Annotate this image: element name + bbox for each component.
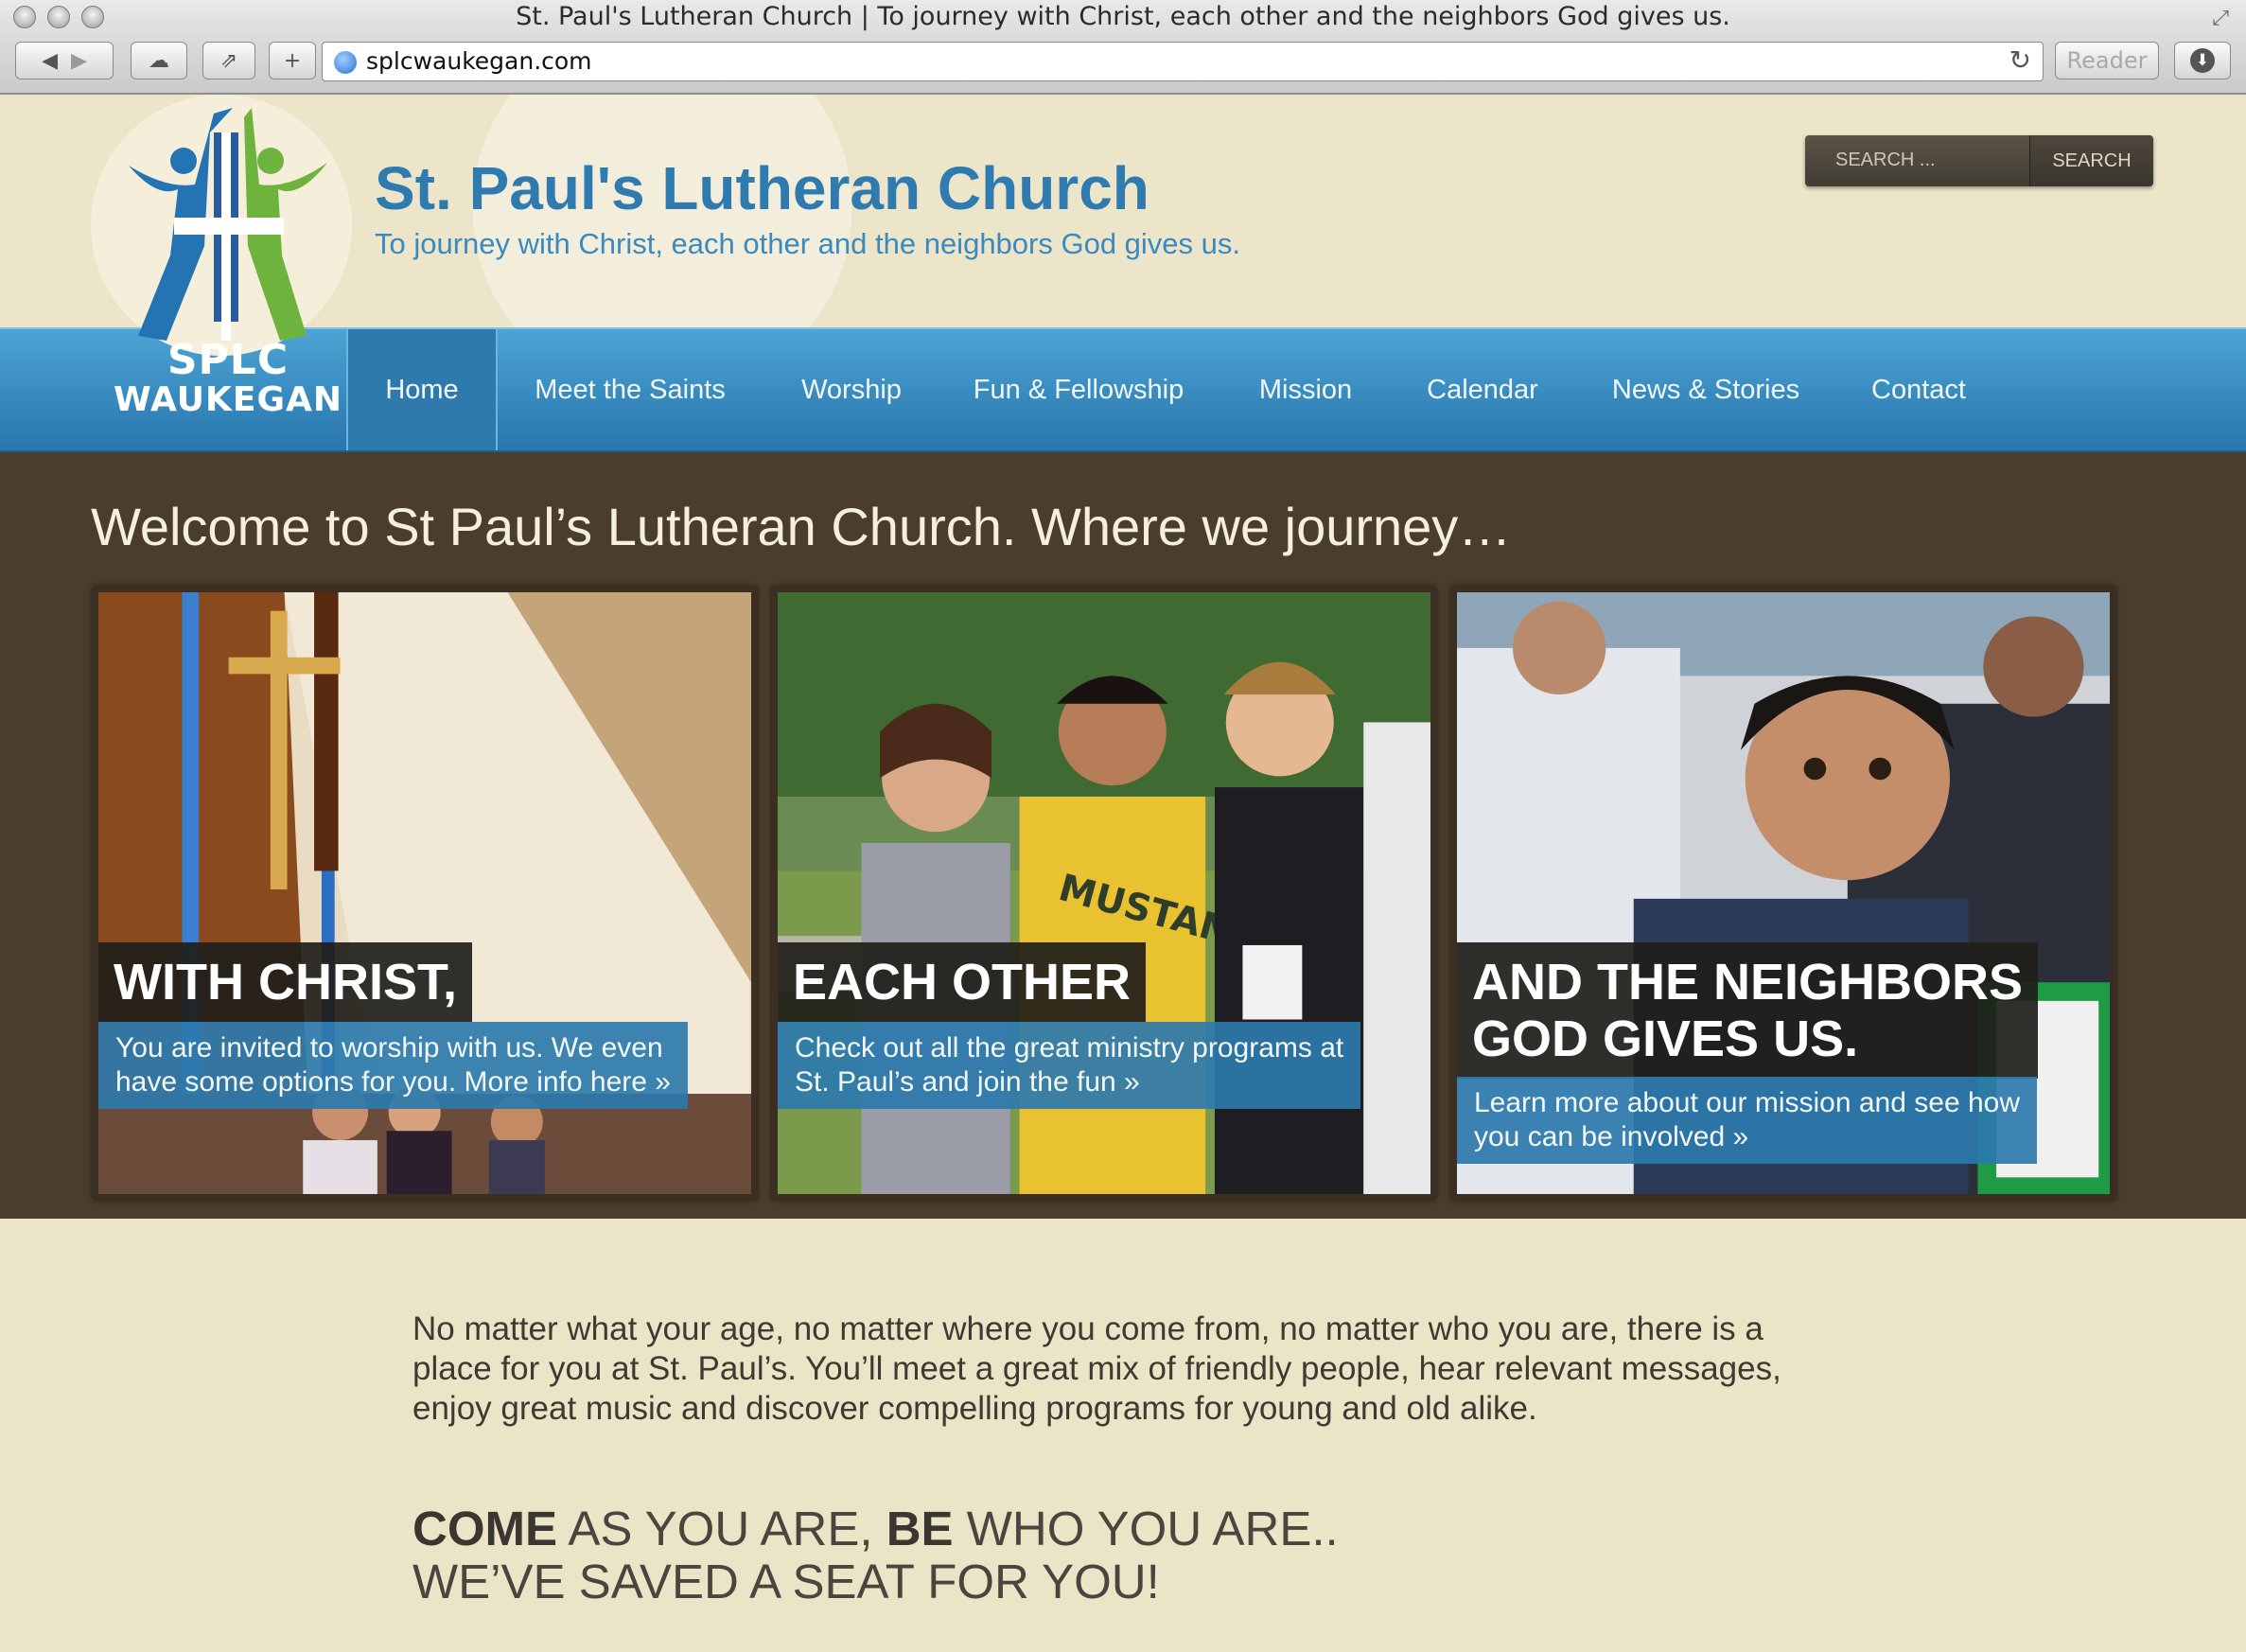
tile-each-other[interactable]: MUSTAN EACH OTHER Check out all the grea… <box>772 587 1436 1200</box>
tile-heading: WITH CHRIST, <box>98 942 472 1022</box>
slogan: COME AS YOU ARE, BE WHO YOU ARE.. WE’VE … <box>412 1503 1339 1608</box>
back-forward-buttons[interactable]: ◀ ▶ <box>15 42 114 79</box>
tile-heading: AND THE NEIGHBORS GOD GIVES US. <box>1457 942 2039 1079</box>
tile-text-line: Learn more about our mission and see how <box>1474 1087 2021 1118</box>
intro-line: enjoy great music and discover compellin… <box>412 1390 1537 1427</box>
tile-heading-line: AND THE NEIGHBORS <box>1472 954 2024 1011</box>
intro-line: No matter what your age, no matter where… <box>412 1310 1763 1347</box>
slogan-word: WHO YOU ARE.. <box>953 1502 1339 1555</box>
share-button[interactable]: ⇗ <box>202 42 255 79</box>
download-arrow-icon: ⬇ <box>2190 48 2215 73</box>
slogan-line-2: WE’VE SAVED A SEAT FOR YOU! <box>412 1555 1160 1608</box>
tile-text-line: St. Paul’s and join the fun » <box>795 1066 1140 1098</box>
web-page: St. Paul's Lutheran Church To journey wi… <box>0 95 2246 1652</box>
downloads-button[interactable]: ⬇ <box>2174 42 2231 79</box>
reader-button[interactable]: Reader <box>2055 42 2159 79</box>
nav-item-meet-the-saints[interactable]: Meet the Saints <box>511 329 749 450</box>
tile-text-line: have some options for you. More info her… <box>115 1066 671 1098</box>
share-icon: ⇗ <box>219 48 238 73</box>
nav-item-mission[interactable]: Mission <box>1230 329 1381 450</box>
search-button[interactable]: SEARCH <box>2030 135 2153 186</box>
nav-item-worship[interactable]: Worship <box>776 329 927 450</box>
icloud-tabs-button[interactable]: ☁ <box>131 42 187 79</box>
plus-icon: + <box>283 48 302 73</box>
window-title: St. Paul's Lutheran Church | To journey … <box>516 2 1730 31</box>
tile-link-programs[interactable]: Check out all the great ministry program… <box>778 1022 1361 1109</box>
hero-section: Welcome to St Paul’s Lutheran Church. Wh… <box>0 452 2246 1219</box>
forward-arrow-icon[interactable]: ▶ <box>71 49 87 73</box>
address-bar[interactable]: splcwaukegan.com ↻ <box>322 42 2044 81</box>
logo-line-waukegan: WAUKEGAN <box>113 380 343 419</box>
slogan-word: COME <box>412 1502 557 1555</box>
globe-icon <box>334 51 357 74</box>
back-arrow-icon[interactable]: ◀ <box>42 49 58 73</box>
logo-line-splc: SPLC <box>167 336 290 384</box>
site-tagline: To journey with Christ, each other and t… <box>375 227 1241 260</box>
cloud-icon: ☁ <box>149 48 169 73</box>
tile-with-christ[interactable]: WITH CHRIST, You are invited to worship … <box>93 587 757 1200</box>
tile-neighbors[interactable]: AND THE NEIGHBORS GOD GIVES US. Learn mo… <box>1451 587 2115 1200</box>
slogan-line-1: COME AS YOU ARE, BE WHO YOU ARE.. <box>412 1503 1339 1555</box>
new-tab-button[interactable]: + <box>269 42 316 79</box>
tile-text-line: you can be involved » <box>1474 1121 1749 1152</box>
tile-heading: EACH OTHER <box>778 942 1147 1022</box>
tile-link-mission[interactable]: Learn more about our mission and see how… <box>1457 1077 2038 1164</box>
site-title[interactable]: St. Paul's Lutheran Church <box>375 153 1149 223</box>
intro-line: place for you at St. Paul’s. You’ll meet… <box>412 1350 1781 1387</box>
nav-item-fun-fellowship[interactable]: Fun & Fellowship <box>956 329 1202 450</box>
tile-text-line: You are invited to worship with us. We e… <box>115 1032 663 1063</box>
url-text[interactable]: splcwaukegan.com <box>366 47 592 75</box>
tile-text-line: Check out all the great ministry program… <box>795 1032 1344 1063</box>
tile-heading-line: GOD GIVES US. <box>1472 1011 1859 1067</box>
nav-item-calendar[interactable]: Calendar <box>1410 329 1555 450</box>
nav-item-contact[interactable]: Contact <box>1854 329 1983 450</box>
search-input[interactable]: SEARCH ... <box>1805 135 2030 186</box>
slogan-word: AS YOU ARE, <box>557 1502 886 1555</box>
browser-chrome: St. Paul's Lutheran Church | To journey … <box>0 0 2246 95</box>
nav-item-home[interactable]: Home <box>346 329 498 450</box>
tile-link-worship[interactable]: You are invited to worship with us. We e… <box>98 1022 688 1109</box>
reload-icon[interactable]: ↻ <box>2009 44 2031 76</box>
logo-wordmark[interactable]: SPLC WAUKEGAN <box>104 336 352 420</box>
welcome-heading: Welcome to St Paul’s Lutheran Church. Wh… <box>91 497 1512 556</box>
fullscreen-icon[interactable]: ⤢ <box>2212 6 2229 30</box>
intro-paragraph: No matter what your age, no matter where… <box>412 1309 1851 1429</box>
nav-item-news-stories[interactable]: News & Stories <box>1597 329 1815 450</box>
search-form: SEARCH ... SEARCH <box>1805 135 2153 186</box>
slogan-word: BE <box>886 1502 954 1555</box>
